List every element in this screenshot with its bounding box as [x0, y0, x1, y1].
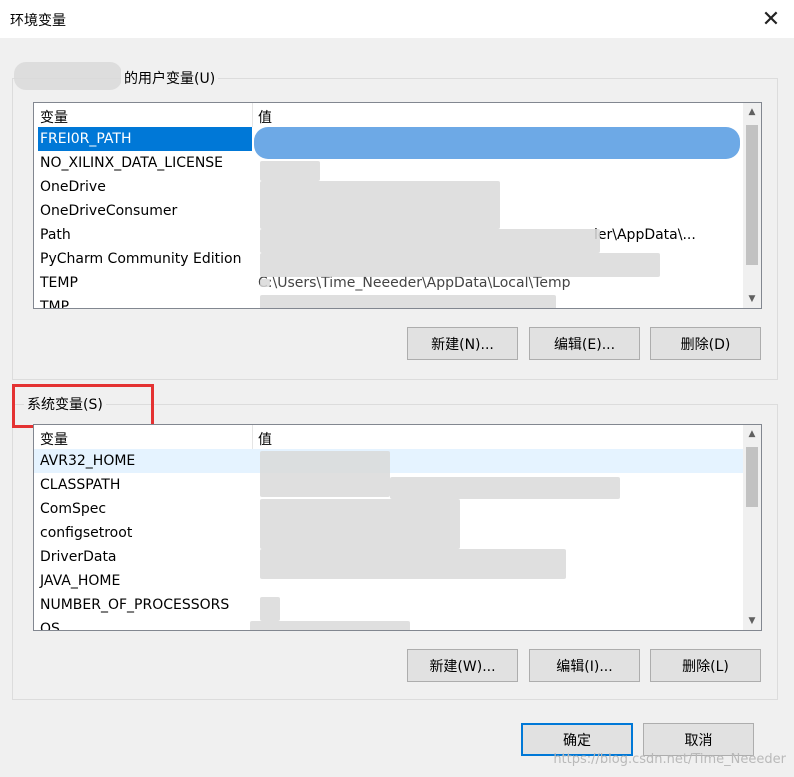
user-variables-title: 的用户变量(U) [121, 68, 219, 88]
list-header: 变量 值 [34, 103, 743, 127]
redacted-value [260, 229, 600, 253]
scroll-thumb[interactable] [746, 125, 758, 265]
scroll-up-icon[interactable]: ▲ [743, 425, 761, 443]
system-variables-list[interactable]: 变量 值 AVR32_HOME CLASSPATH ComSpec config… [33, 424, 762, 631]
var-name: DriverData [40, 549, 117, 565]
user-edit-button[interactable]: 编辑(E)... [529, 327, 640, 360]
column-header-name[interactable]: 变量 [40, 107, 68, 127]
redacted-value [260, 279, 270, 287]
redacted-value [260, 181, 500, 229]
var-value: ler\AppData\... [594, 227, 696, 243]
redacted-value [254, 127, 740, 159]
user-delete-button[interactable]: 删除(D) [650, 327, 761, 360]
var-name: OneDrive [40, 179, 106, 195]
var-name: Path [40, 227, 71, 243]
var-name: TMP [40, 299, 70, 309]
user-variables-list[interactable]: 变量 值 FREI0R_PATH NO_XILINX_DATA_LICENSE … [33, 102, 762, 309]
annotation-highlight [12, 384, 154, 428]
vertical-scrollbar[interactable]: ▲ ▼ [743, 425, 761, 630]
scroll-thumb[interactable] [746, 447, 758, 507]
vertical-scrollbar[interactable]: ▲ ▼ [743, 103, 761, 308]
var-name: OneDriveConsumer [40, 203, 178, 219]
var-name: FREI0R_PATH [38, 127, 252, 151]
var-name: configsetroot [40, 525, 133, 541]
user-new-button[interactable]: 新建(N)... [407, 327, 518, 360]
system-new-button[interactable]: 新建(W)... [407, 649, 518, 682]
redacted-value [390, 477, 620, 499]
redacted-value [250, 621, 410, 630]
var-name: NUMBER_OF_PROCESSORS [40, 597, 230, 613]
var-name: JAVA_HOME [40, 573, 121, 589]
redacted-value [260, 451, 390, 497]
scroll-down-icon[interactable]: ▼ [743, 612, 761, 630]
redacted-username [14, 62, 122, 90]
var-name: OS [40, 621, 60, 631]
list-header: 变量 值 [34, 425, 743, 449]
column-header-name[interactable]: 变量 [40, 429, 68, 449]
column-divider[interactable] [252, 425, 253, 449]
redacted-value [260, 597, 280, 621]
system-delete-button[interactable]: 删除(L) [650, 649, 761, 682]
var-name: TEMP [40, 275, 78, 291]
var-name: ComSpec [40, 501, 107, 517]
var-name: AVR32_HOME [40, 453, 136, 469]
column-header-value[interactable]: 值 [258, 429, 272, 449]
list-item[interactable]: NUMBER_OF_PROCESSORS [34, 593, 743, 617]
scroll-up-icon[interactable]: ▲ [743, 103, 761, 121]
title-bar: 环境变量 ✕ [0, 0, 794, 38]
column-header-value[interactable]: 值 [258, 107, 272, 127]
system-edit-button[interactable]: 编辑(I)... [529, 649, 640, 682]
var-name: PyCharm Community Edition [40, 251, 242, 267]
watermark: https://blog.csdn.net/Time_Neeeder [553, 752, 786, 767]
close-icon[interactable]: ✕ [748, 0, 794, 38]
redacted-value [260, 253, 660, 277]
redacted-value [260, 161, 320, 181]
var-name: NO_XILINX_DATA_LICENSE [40, 155, 224, 171]
redacted-value [260, 295, 556, 308]
scroll-down-icon[interactable]: ▼ [743, 290, 761, 308]
redacted-value [260, 549, 566, 579]
var-name: CLASSPATH [40, 477, 121, 493]
window-title: 环境变量 [10, 13, 66, 29]
column-divider[interactable] [252, 103, 253, 127]
redacted-value [260, 499, 460, 549]
